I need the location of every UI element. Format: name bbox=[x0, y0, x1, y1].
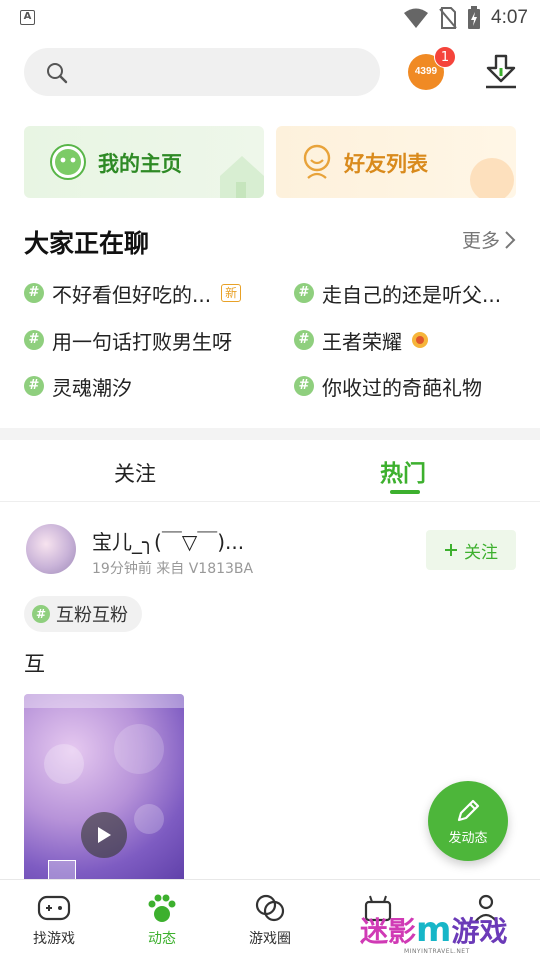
topic-item[interactable]: # 你收过的奇葩礼物 bbox=[294, 371, 482, 401]
more-link[interactable]: 更多 bbox=[462, 226, 516, 253]
friends-list-label: 好友列表 bbox=[344, 152, 428, 176]
my-homepage-card[interactable]: 我的主页 bbox=[24, 126, 264, 198]
friends-icon bbox=[303, 144, 331, 179]
more-label: 更多 bbox=[461, 230, 500, 252]
plus-icon bbox=[445, 544, 457, 556]
nav-game-circle[interactable]: 游戏圈 bbox=[230, 892, 310, 948]
feed-tabs: 关注 热门 bbox=[0, 440, 540, 502]
follow-label: 关注 bbox=[464, 542, 498, 563]
battery-charging-icon bbox=[468, 6, 481, 29]
status-bar: A 4:07 bbox=[0, 0, 540, 36]
bokeh-light bbox=[114, 724, 164, 774]
app-notification-icon: A bbox=[20, 10, 35, 25]
nav-label: 游戏圈 bbox=[249, 931, 291, 947]
topic-text: 王者荣耀 bbox=[322, 329, 402, 354]
topic-text: 走自己的还是听父... bbox=[322, 282, 502, 307]
post-username[interactable]: 宝儿_╮(￣▽￣)... bbox=[92, 526, 244, 555]
top-bar: 4399 1 bbox=[24, 46, 520, 98]
section-divider bbox=[0, 428, 540, 440]
download-icon[interactable] bbox=[484, 54, 518, 90]
friends-list-card[interactable]: 好友列表 bbox=[276, 126, 516, 198]
active-tab-indicator bbox=[390, 490, 420, 494]
gamepad-icon bbox=[37, 895, 71, 921]
topic-item[interactable]: # 走自己的还是听父... bbox=[294, 278, 501, 308]
video-status-strip bbox=[24, 694, 184, 708]
watermark-text-b: 游戏 bbox=[451, 915, 508, 948]
post-topic-text: 互粉互粉 bbox=[56, 605, 128, 626]
topic-item[interactable]: # 不好看但好吃的... 新 bbox=[24, 278, 242, 308]
post-status-fab[interactable]: 发动态 bbox=[428, 781, 508, 861]
search-input[interactable] bbox=[24, 48, 380, 96]
topic-text: 你收过的奇葩礼物 bbox=[322, 375, 482, 400]
tab-follow[interactable]: 关注 bbox=[114, 458, 156, 488]
paw-icon bbox=[148, 894, 176, 922]
notification-count-badge: 1 bbox=[434, 46, 456, 68]
notifications-button[interactable]: 4399 1 bbox=[408, 46, 456, 92]
hashtag-icon: # bbox=[294, 376, 314, 396]
nav-label: 找游戏 bbox=[33, 931, 75, 947]
topic-item[interactable]: # 用一句话打败男生呀 bbox=[24, 325, 232, 355]
section-title: 大家正在聊 bbox=[24, 229, 150, 258]
topic-item[interactable]: # 灵魂潮汐 bbox=[24, 371, 132, 401]
nav-find-games[interactable]: 找游戏 bbox=[14, 892, 94, 948]
fire-emoji-icon bbox=[412, 332, 428, 348]
my-homepage-label: 我的主页 bbox=[98, 152, 182, 176]
watermark-text-m: m bbox=[416, 910, 452, 950]
balloon-decoration-icon bbox=[470, 158, 514, 198]
bokeh-light bbox=[134, 804, 164, 834]
play-icon bbox=[98, 827, 111, 843]
topic-text: 用一句话打败男生呀 bbox=[52, 329, 232, 354]
play-button[interactable] bbox=[81, 812, 127, 858]
new-tag-badge: 新 bbox=[221, 284, 242, 302]
hashtag-icon: # bbox=[294, 330, 314, 350]
post-topic-chip[interactable]: # 互粉互粉 bbox=[24, 596, 142, 632]
topic-text: 灵魂潮汐 bbox=[52, 375, 132, 400]
site-watermark: 迷影m游戏 MINYINTRAVEL.NET bbox=[356, 910, 540, 960]
nav-feed[interactable]: 动态 bbox=[122, 892, 202, 948]
circles-icon bbox=[255, 894, 285, 922]
house-decoration-icon bbox=[220, 156, 264, 198]
bokeh-light bbox=[44, 744, 84, 784]
pencil-icon bbox=[457, 799, 480, 821]
topic-text: 不好看但好吃的... bbox=[52, 282, 212, 307]
avatar[interactable] bbox=[26, 524, 76, 574]
post-video-thumbnail[interactable] bbox=[24, 694, 184, 884]
hashtag-icon: # bbox=[24, 283, 44, 303]
hashtag-icon: # bbox=[24, 376, 44, 396]
hashtag-icon: # bbox=[294, 283, 314, 303]
no-sim-icon bbox=[439, 7, 457, 29]
hashtag-icon: # bbox=[24, 330, 44, 350]
topic-item[interactable]: # 王者荣耀 bbox=[294, 325, 430, 355]
post-body: 互 bbox=[24, 652, 45, 676]
watermark-text-a: 迷影 bbox=[360, 915, 417, 948]
hashtag-icon: # bbox=[32, 605, 50, 623]
nav-label: 动态 bbox=[148, 931, 176, 947]
clock: 4:07 bbox=[491, 7, 528, 28]
post-meta: 19分钟前 来自 V1813BA bbox=[92, 561, 254, 577]
follow-button[interactable]: 关注 bbox=[426, 530, 516, 570]
tab-hot[interactable]: 热门 bbox=[380, 454, 426, 488]
watermark-url: MINYINTRAVEL.NET bbox=[404, 948, 470, 955]
wifi-icon bbox=[404, 8, 429, 28]
smile-face-icon bbox=[50, 144, 86, 180]
fab-label: 发动态 bbox=[448, 830, 488, 846]
search-icon bbox=[47, 63, 68, 84]
chevron-right-icon bbox=[505, 230, 516, 249]
watermark-logo: 迷影m游戏 bbox=[360, 910, 507, 950]
